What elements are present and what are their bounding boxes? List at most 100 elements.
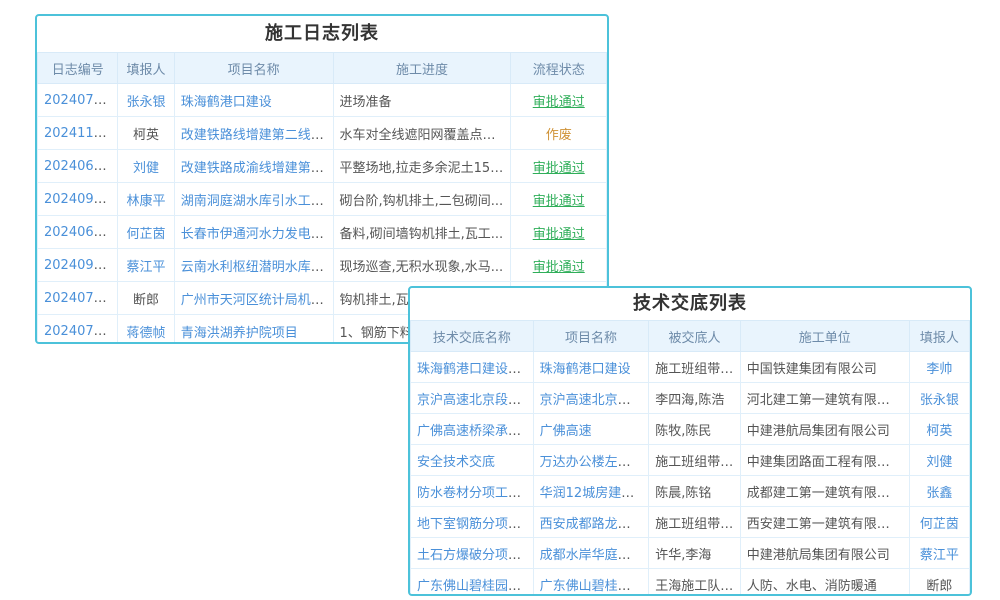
disclosure-row[interactable]: 广佛高速桥梁承台施... 广佛高速 陈牧,陈民 中建港航局集团有限公司 柯英 <box>411 414 970 445</box>
log-status-badge[interactable]: 审批通过 <box>533 227 585 242</box>
log-filler: 蔡江平 <box>127 260 166 275</box>
log-progress: 备料,砌间墙钩机排土,瓦工... <box>340 227 504 242</box>
column-header-briefed-person: 被交底人 <box>649 321 740 352</box>
disclosure-filler: 柯英 <box>926 424 952 439</box>
tech-disclosure-panel: 技术交底列表 技术交底名称 项目名称 被交底人 施工单位 填报人 珠海鹤港口建设… <box>408 286 972 596</box>
disclosure-name-link[interactable]: 珠海鹤港口建设抗浮... <box>417 362 533 377</box>
log-id-link[interactable]: 2024070011 <box>44 291 118 306</box>
briefed-person: 李四海,陈浩 <box>655 393 724 408</box>
disclosure-name-link[interactable]: 土石方爆破分项工程... <box>417 548 533 563</box>
disclosure-name-link[interactable]: 地下室钢筋分项工程... <box>417 517 533 532</box>
briefed-person: 施工班组带班... <box>655 362 740 377</box>
disclosure-row[interactable]: 广东佛山碧桂园项目... 广东佛山碧桂园项目 王海施工队全队 人防、水电、消防暖… <box>411 569 970 597</box>
log-status-badge[interactable]: 作废 <box>546 128 572 143</box>
log-filler: 刘健 <box>133 161 159 176</box>
construction-unit: 河北建工第一建筑有限责任公司 <box>747 393 909 408</box>
disclosure-project-link[interactable]: 成都水岸华庭名苑... <box>540 548 649 563</box>
column-header-log-progress: 施工进度 <box>333 53 511 84</box>
log-status-badge[interactable]: 审批通过 <box>533 95 585 110</box>
disclosure-filler: 刘健 <box>926 455 952 470</box>
construction-unit: 西安建工第一建筑有限责任公司 <box>747 517 909 532</box>
construction-unit: 人防、水电、消防暖通 <box>747 579 877 594</box>
column-header-log-status: 流程状态 <box>511 53 607 84</box>
disclosure-project-link[interactable]: 华润12城房建工... <box>540 486 647 501</box>
log-filler: 蒋德帧 <box>127 326 166 341</box>
log-project-link[interactable]: 广州市天河区统计局机房... <box>181 293 333 308</box>
log-id-link[interactable]: 2024070011 <box>44 93 118 108</box>
log-filler: 林康平 <box>127 194 166 209</box>
log-filler: 柯英 <box>133 128 159 143</box>
briefed-person: 陈晨,陈铭 <box>655 486 711 501</box>
log-project-link[interactable]: 改建铁路成渝线增建第二... <box>181 161 333 176</box>
briefed-person: 施工班组带班... <box>655 455 740 470</box>
log-id-link[interactable]: 2024110002 <box>44 126 118 141</box>
log-filler: 张永银 <box>127 95 166 110</box>
construction-unit: 中建港航局集团有限公司 <box>747 424 890 439</box>
briefed-person: 陈牧,陈民 <box>655 424 711 439</box>
column-header-disclosure-filler: 填报人 <box>909 321 969 352</box>
log-filler: 断郎 <box>133 293 159 308</box>
log-id-link[interactable]: 2024060005 <box>44 225 118 240</box>
disclosure-row[interactable]: 珠海鹤港口建设抗浮... 珠海鹤港口建设 施工班组带班... 中国铁建集团有限公… <box>411 352 970 383</box>
log-project-link[interactable]: 珠海鹤港口建设 <box>181 95 272 110</box>
log-progress: 水车对全线遮阳网覆盖点进行... <box>340 128 511 143</box>
column-header-construction-unit: 施工单位 <box>740 321 909 352</box>
log-panel-title: 施工日志列表 <box>37 16 607 52</box>
disclosure-name-link[interactable]: 广东佛山碧桂园项目... <box>417 579 533 594</box>
column-header-log-project: 项目名称 <box>174 53 333 84</box>
log-header-row: 日志编号 填报人 项目名称 施工进度 流程状态 <box>38 53 607 84</box>
disclosure-filler: 李帅 <box>926 362 952 377</box>
log-progress: 进场准备 <box>340 95 392 110</box>
disclosure-row[interactable]: 京沪高速北京段维修... 京沪高速北京段维修 李四海,陈浩 河北建工第一建筑有限… <box>411 383 970 414</box>
construction-unit: 成都建工第一建筑有限责任公司 <box>747 486 909 501</box>
disclosure-name-link[interactable]: 京沪高速北京段维修... <box>417 393 533 408</box>
log-progress: 砌台阶,钩机排土,二包砌间... <box>340 194 504 209</box>
column-header-log-id: 日志编号 <box>38 53 118 84</box>
disclosure-project-link[interactable]: 广东佛山碧桂园项目 <box>540 579 649 594</box>
log-project-link[interactable]: 云南水利枢纽潜明水库一... <box>181 260 333 275</box>
column-header-disclosure-project: 项目名称 <box>533 321 649 352</box>
construction-unit: 中建集团路面工程有限公司 <box>747 455 903 470</box>
log-filler: 何芷茵 <box>127 227 166 242</box>
disclosure-table: 技术交底名称 项目名称 被交底人 施工单位 填报人 珠海鹤港口建设抗浮... 珠… <box>410 320 970 596</box>
log-row[interactable]: 2024090009 林康平 湖南洞庭湖水库引水工程... 砌台阶,钩机排土,二… <box>38 183 607 216</box>
briefed-person: 王海施工队全队 <box>655 579 740 594</box>
disclosure-row[interactable]: 地下室钢筋分项工程... 西安成都路龙湖上... 施工班组带班... 西安建工第… <box>411 507 970 538</box>
log-row[interactable]: 2024110002 柯英 改建铁路线增建第二线直... 水车对全线遮阳网覆盖点… <box>38 117 607 150</box>
disclosure-project-link[interactable]: 万达办公楼左侧A... <box>540 455 649 470</box>
disclosure-name-link[interactable]: 安全技术交底 <box>417 455 495 470</box>
log-row[interactable]: 2024060006 刘健 改建铁路成渝线增建第二... 平整场地,拉走多余泥土… <box>38 150 607 183</box>
disclosure-row[interactable]: 土石方爆破分项工程... 成都水岸华庭名苑... 许华,李海 中建港航局集团有限… <box>411 538 970 569</box>
construction-unit: 中建港航局集团有限公司 <box>747 548 890 563</box>
log-id-link[interactable]: 2024090009 <box>44 192 118 207</box>
disclosure-row[interactable]: 防水卷材分项工程施... 华润12城房建工... 陈晨,陈铭 成都建工第一建筑有… <box>411 476 970 507</box>
log-project-link[interactable]: 长春市伊通河水力发电厂... <box>181 227 333 242</box>
disclosure-row[interactable]: 安全技术交底 万达办公楼左侧A... 施工班组带班... 中建集团路面工程有限公… <box>411 445 970 476</box>
log-id-link[interactable]: 2024070009 <box>44 324 118 339</box>
disclosure-project-link[interactable]: 京沪高速北京段维修 <box>540 393 649 408</box>
construction-unit: 中国铁建集团有限公司 <box>747 362 877 377</box>
log-progress: 现场巡查,无积水现象,水马... <box>340 260 504 275</box>
log-status-badge[interactable]: 审批通过 <box>533 194 585 209</box>
disclosure-project-link[interactable]: 西安成都路龙湖上... <box>540 517 649 532</box>
disclosure-project-link[interactable]: 珠海鹤港口建设 <box>540 362 631 377</box>
log-project-link[interactable]: 青海洪湖养护院项目 <box>181 326 298 341</box>
log-status-badge[interactable]: 审批通过 <box>533 260 585 275</box>
disclosure-name-link[interactable]: 广佛高速桥梁承台施... <box>417 424 533 439</box>
disclosure-filler: 蔡江平 <box>920 548 959 563</box>
disclosure-header-row: 技术交底名称 项目名称 被交底人 施工单位 填报人 <box>411 321 970 352</box>
disclosure-project-link[interactable]: 广佛高速 <box>540 424 592 439</box>
disclosure-filler: 张鑫 <box>926 486 952 501</box>
log-id-link[interactable]: 2024060006 <box>44 159 118 174</box>
log-row[interactable]: 2024060005 何芷茵 长春市伊通河水力发电厂... 备料,砌间墙钩机排土… <box>38 216 607 249</box>
disclosure-name-link[interactable]: 防水卷材分项工程施... <box>417 486 533 501</box>
log-status-badge[interactable]: 审批通过 <box>533 161 585 176</box>
log-row[interactable]: 2024070011 张永银 珠海鹤港口建设 进场准备 审批通过 <box>38 84 607 117</box>
briefed-person: 许华,李海 <box>655 548 711 563</box>
log-project-link[interactable]: 改建铁路线增建第二线直... <box>181 128 333 143</box>
disclosure-filler: 断郎 <box>926 579 952 594</box>
log-row[interactable]: 2024090009 蔡江平 云南水利枢纽潜明水库一... 现场巡查,无积水现象… <box>38 249 607 282</box>
log-id-link[interactable]: 2024090009 <box>44 258 118 273</box>
disclosure-panel-title: 技术交底列表 <box>410 288 970 320</box>
log-project-link[interactable]: 湖南洞庭湖水库引水工程... <box>181 194 333 209</box>
